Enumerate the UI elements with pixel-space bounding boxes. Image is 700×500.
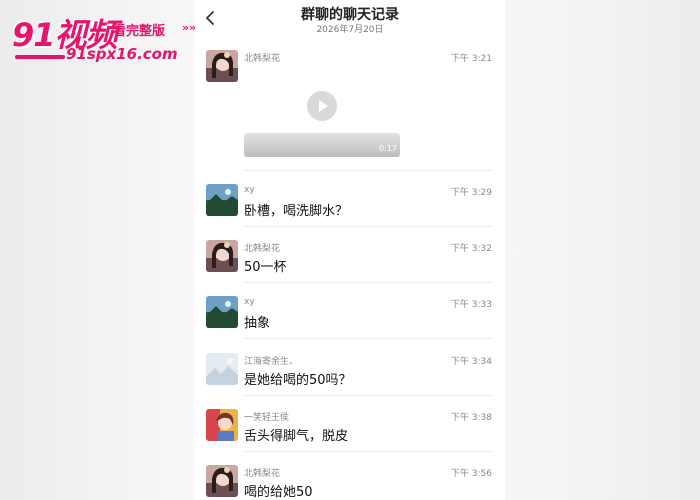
avatar[interactable] [206, 409, 238, 441]
avatar[interactable] [206, 465, 238, 497]
message-item[interactable]: 北韩梨花 下午 3:32 50一杯 [195, 238, 505, 294]
message-time: 下午 3:56 [450, 469, 492, 479]
video-progress-bar: 0:17 [244, 133, 400, 157]
play-icon[interactable] [307, 91, 337, 121]
message-item[interactable]: 江海寄余生、 下午 3:34 是她给喝的50吗？ [195, 351, 505, 407]
message-time: 下午 3:33 [450, 300, 492, 310]
sender-name: 北韩梨花 [244, 54, 281, 64]
avatar[interactable] [206, 296, 238, 328]
message-time: 下午 3:29 [450, 188, 492, 198]
message-divider [244, 395, 492, 396]
message-divider [244, 338, 492, 339]
message-item[interactable]: 北韩梨花 下午 3:56 喝的给她50 [195, 463, 505, 500]
right-backdrop [505, 0, 700, 500]
avatar[interactable] [206, 50, 238, 82]
video-duration: 0:17 [379, 144, 397, 153]
avatar[interactable] [206, 353, 238, 385]
watermark-tagline: 看完整版 [113, 24, 166, 39]
page-title: 群聊的聊天记录 [301, 7, 399, 23]
message-divider [244, 282, 492, 283]
message-time: 下午 3:21 [450, 54, 492, 64]
avatar[interactable] [206, 240, 238, 272]
message-divider [244, 226, 492, 227]
avatar[interactable] [206, 184, 238, 216]
message-item[interactable]: 一笑轻王侯 下午 3:38 舌头得脚气，脱皮 [195, 407, 505, 463]
watermark-url: 91spx16.com [66, 45, 178, 63]
sender-name: xy [244, 297, 255, 307]
chat-date: 2026年7月20日 [316, 25, 384, 35]
sender-name: 北韩梨花 [244, 244, 281, 254]
message-divider [244, 170, 492, 171]
sender-name: 江海寄余生、 [244, 357, 299, 367]
message-item[interactable]: xy 下午 3:33 抽象 [195, 294, 505, 350]
sender-name: 北韩梨花 [244, 469, 281, 479]
message-text: 舌头得脚气，脱皮 [244, 429, 349, 444]
video-thumbnail: 0:17 [244, 86, 400, 172]
top-bar: 群聊的聊天记录 2026年7月20日 [195, 0, 505, 42]
watermark-underline [15, 55, 65, 59]
message-divider [244, 451, 492, 452]
left-backdrop [0, 0, 195, 500]
sender-name: 一笑轻王侯 [244, 413, 290, 423]
message-item[interactable]: 北韩梨花 下午 3:21 0:17 [195, 48, 505, 172]
message-text: 喝的给她50 [244, 485, 313, 500]
watermark-logo: 91视频 看完整版 »» 91spx16.com [12, 10, 197, 70]
sender-name: xy [244, 185, 255, 195]
message-time: 下午 3:34 [450, 357, 492, 367]
chat-history-screen: 群聊的聊天记录 2026年7月20日 北韩梨花 下午 3:21 0:17 xy … [195, 0, 505, 500]
message-time: 下午 3:38 [450, 413, 492, 423]
message-text: 是她给喝的50吗？ [244, 373, 352, 388]
message-text: 50一杯 [244, 260, 287, 275]
message-item[interactable]: xy 下午 3:29 卧槽，喝洗脚水？ [195, 182, 505, 238]
message-time: 下午 3:32 [450, 244, 492, 254]
message-text: 卧槽，喝洗脚水？ [244, 204, 349, 219]
message-text: 抽象 [244, 316, 271, 331]
